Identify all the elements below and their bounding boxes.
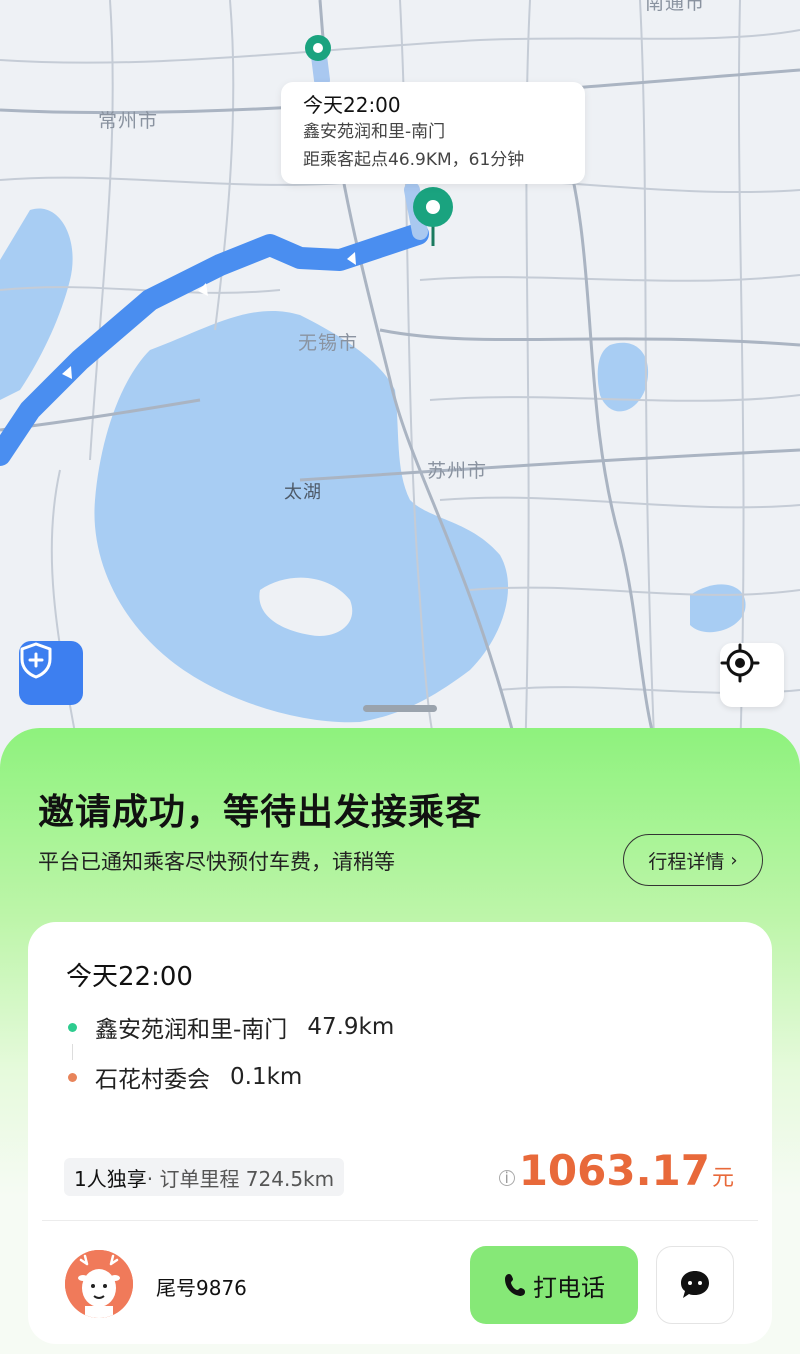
sheet-drag-handle[interactable] (363, 705, 437, 712)
map-label-suzhou: 苏州市 (427, 460, 488, 482)
taihu-lake (94, 310, 509, 723)
card-divider (42, 1220, 758, 1221)
trip-details-label: 行程详情 (648, 850, 725, 873)
price-amount: 1063.17 (518, 1146, 710, 1195)
stop-connector (72, 1044, 73, 1060)
map-label-nantong: 南通市 (645, 0, 706, 14)
trip-details-button[interactable]: 行程详情 › (623, 834, 763, 886)
chevron-right-icon: › (730, 849, 738, 871)
map-view[interactable]: 常州市 无锡市 苏州市 太湖 南通市 今天22:00 鑫安苑润和里-南门 距乘客… (0, 0, 800, 760)
deer-avatar-icon (65, 1250, 133, 1318)
locate-button[interactable] (720, 643, 784, 707)
call-button-label: 打电话 (533, 1273, 605, 1302)
message-button[interactable] (656, 1246, 734, 1324)
callout-time: 今天22:00 (303, 93, 401, 117)
dropoff-name: 石花村委会 (95, 1067, 210, 1093)
route-callout: 今天22:00 鑫安苑润和里-南门 距乘客起点46.9KM，61分钟 (281, 82, 585, 184)
order-time: 今天22:00 (66, 962, 193, 992)
price-unit: 元 (711, 1166, 734, 1191)
small-lake-1 (597, 342, 649, 412)
map-label-wuxi: 无锡市 (298, 332, 359, 354)
crosshair-icon (720, 643, 760, 683)
price[interactable]: i 1063.17 元 (498, 1146, 734, 1195)
safety-button[interactable] (19, 641, 83, 705)
status-subline: 平台已通知乘客尽快预付车费，请稍等 (38, 850, 395, 874)
phone-icon (505, 1274, 525, 1296)
bottom-sheet: 邀请成功，等待出发接乘客 平台已通知乘客尽快预付车费，请稍等 行程详情 › 今天… (0, 728, 800, 1354)
dropoff-distance: 0.1km (230, 1064, 303, 1090)
order-card: 今天22:00 鑫安苑润和里-南门 47.9km 石花村委会 0.1km 1人独… (28, 922, 772, 1344)
pickup-name: 鑫安苑润和里-南门 (95, 1017, 288, 1043)
order-mileage: · 订单里程 724.5km (146, 1166, 335, 1191)
shield-plus-icon (20, 642, 52, 679)
passenger-tail-number: 尾号9876 (156, 1276, 247, 1300)
dropoff-stop: 石花村委会 0.1km (68, 1060, 302, 1094)
small-lake-2 (690, 584, 746, 633)
map-label-changzhou: 常州市 (98, 110, 159, 132)
callout-distance: 距乘客起点46.9KM，61分钟 (303, 150, 525, 170)
ride-type: 1人独享 (74, 1166, 147, 1191)
map-label-taihu: 太湖 (284, 482, 322, 503)
status-headline: 邀请成功，等待出发接乘客 (38, 792, 483, 833)
callout-place: 鑫安苑润和里-南门 (303, 122, 446, 142)
passenger-avatar[interactable] (65, 1250, 133, 1318)
info-icon[interactable]: i (498, 1169, 515, 1187)
call-button[interactable]: 打电话 (470, 1246, 638, 1324)
pickup-distance: 47.9km (307, 1014, 395, 1040)
dropoff-dot-icon (68, 1072, 77, 1082)
ride-tag: 1人独享 · 订单里程 724.5km (64, 1158, 345, 1196)
origin-pin (305, 35, 331, 61)
pickup-dot-icon (68, 1022, 77, 1032)
chat-bubble-icon (681, 1271, 709, 1298)
pickup-stop: 鑫安苑润和里-南门 47.9km (68, 1010, 394, 1044)
